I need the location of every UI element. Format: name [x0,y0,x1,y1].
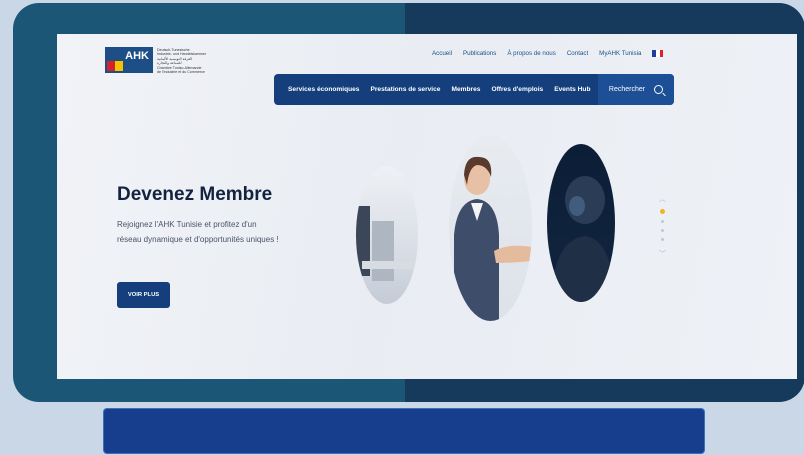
slide-indicator: ︿ ﹀ [659,196,666,258]
fr-flag-icon[interactable] [652,50,664,57]
menu-item-services[interactable]: Services économiques [288,86,359,93]
search-icon [654,85,664,94]
search-button[interactable]: Rechercher [598,74,674,105]
hero-title: Devenez Membre [117,184,273,205]
businessman-icon [551,176,615,302]
menu-item-prestations[interactable]: Prestations de service [370,86,440,93]
menu-item-membres[interactable]: Membres [451,86,480,93]
logo-box: AHK [105,47,153,73]
ahk-logo[interactable]: AHK Deutsch-Tunesische Industrie- und Ha… [105,47,223,74]
logo-text: Deutsch-Tunesische Industrie- und Handel… [157,48,227,74]
handshake-photo [449,135,532,321]
slide-dot[interactable] [660,220,664,223]
hero-text: Rejoignez l'AHK Tunisie et profitez d'un… [117,220,279,244]
caption-bar [103,408,705,454]
logo-line: de l'Industrie et du Commerce [157,70,205,75]
chevron-up-icon[interactable]: ︿ [659,196,666,203]
voir-plus-button[interactable]: VOIR PLUS [117,282,170,308]
slide-dot[interactable] [660,229,664,232]
menu-item-events[interactable]: Events Hub [554,86,590,93]
nav-link-contact[interactable]: Contact [567,50,588,57]
menu-item-emplois[interactable]: Offres d'emplois [491,86,543,93]
top-navigation: Accueil Publications À propos de nous Co… [432,50,674,57]
nav-link-myahk[interactable]: MyAHK Tunisia [599,50,641,57]
flag-emblem-icon [107,61,123,71]
nav-link-publications[interactable]: Publications [463,50,496,57]
businesswoman-handshake-icon [454,156,532,321]
logo-mark: AHK [125,50,149,62]
slide-dot[interactable] [659,209,665,214]
chevron-down-icon[interactable]: ﹀ [659,251,666,258]
office-scene-icon [356,206,418,281]
nav-link-about[interactable]: À propos de nous [507,50,556,57]
slide-dot[interactable] [660,238,664,241]
office-photo [356,166,418,304]
nav-link-accueil[interactable]: Accueil [432,50,452,57]
main-navigation: Services économiques Prestations de serv… [274,74,674,105]
search-label: Rechercher [608,86,646,93]
website-screen: AHK Deutsch-Tunesische Industrie- und Ha… [57,34,797,379]
device-frame: AHK Deutsch-Tunesische Industrie- und Ha… [13,3,804,402]
businessman-photo [547,144,615,302]
